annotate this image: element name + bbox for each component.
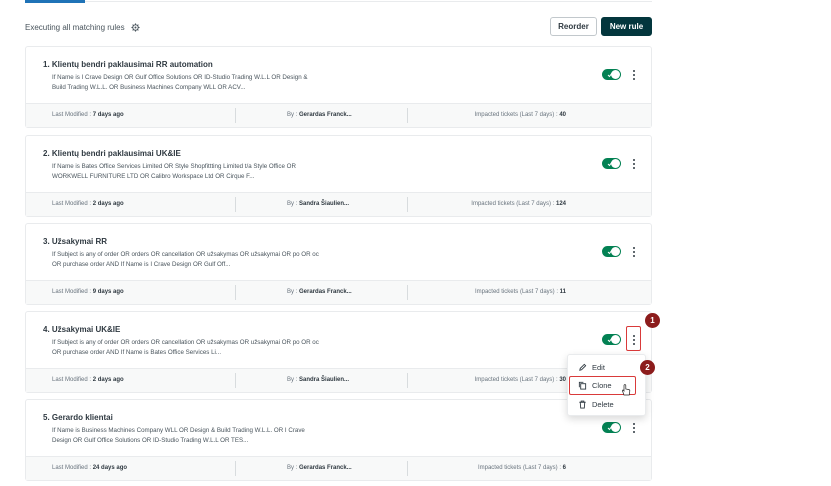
kebab-highlight-box <box>626 326 641 351</box>
step-marker-2: 2 <box>640 360 655 375</box>
rule-description-line: If Name is I Crave Design OR Gulf Office… <box>52 74 308 81</box>
rule-description-line: If Name is Bates Office Services Limited… <box>52 163 296 170</box>
rule-description-line: If Subject is any of order OR orders OR … <box>52 251 319 258</box>
rule-description-line: If Subject is any of order OR orders OR … <box>52 339 319 346</box>
modified-by: By : Gerardas Franck... <box>287 465 352 471</box>
hand-pointer-icon <box>622 384 631 396</box>
check-icon <box>607 72 613 78</box>
footer-separator <box>235 285 236 300</box>
impacted-tickets: Impacted tickets (Last 7 days) : 11 <box>474 289 566 295</box>
rule-description: If Name is Business Machines Company WLL… <box>52 426 342 446</box>
rule-footer: Last Modified : 7 days ago By : Gerardas… <box>26 103 651 127</box>
reorder-button[interactable]: Reorder <box>550 17 597 36</box>
active-tab-indicator <box>25 0 85 3</box>
last-modified: Last Modified : 2 days ago <box>52 201 124 207</box>
trash-icon <box>579 400 586 409</box>
rule-description-line: If Name is Business Machines Company WLL… <box>52 427 305 434</box>
rule-card-5: 5. Gerardo klientai If Name is Business … <box>25 399 652 481</box>
rule-card-4: 4. Užsakymai UK&IE If Subject is any of … <box>25 311 652 393</box>
last-modified: Last Modified : 7 days ago <box>52 112 124 118</box>
rule-card-2: 2. Klientų bendri paklausimai UK&IE If N… <box>25 135 652 217</box>
rule-description: If Name is Bates Office Services Limited… <box>52 162 342 182</box>
footer-separator <box>407 285 408 300</box>
rule-description-line: Design OR Gulf Office Solutions OR ID-St… <box>52 437 249 444</box>
rule-title[interactable]: 5. Gerardo klientai <box>43 413 113 422</box>
last-modified: Last Modified : 9 days ago <box>52 289 124 295</box>
footer-separator <box>235 373 236 388</box>
impacted-tickets: Impacted tickets (Last 7 days) : 40 <box>474 112 566 118</box>
rule-footer: Last Modified : 24 days ago By : Gerarda… <box>26 456 651 480</box>
rule-description-line: OR purchase order AND If Name is Bates O… <box>52 349 222 356</box>
modified-by: By : Gerardas Franck... <box>287 289 352 295</box>
rule-description-line: WORKWELL FURNITURE LTD OR Calibro Worksp… <box>52 173 255 180</box>
rule-footer: Last Modified : 9 days ago By : Gerardas… <box>26 280 651 304</box>
last-modified: Last Modified : 24 days ago <box>52 465 128 471</box>
execution-mode-label: Executing all matching rules <box>25 21 140 33</box>
modified-by: By : Gerardas Franck... <box>287 112 352 118</box>
more-vertical-icon[interactable] <box>629 67 639 83</box>
rule-footer: Last Modified : 2 days ago By : Sandra Š… <box>26 192 651 216</box>
new-rule-button[interactable]: New rule <box>601 17 652 36</box>
modified-by: By : Sandra Šiaulien... <box>287 201 350 207</box>
footer-separator <box>235 108 236 123</box>
rule-description: If Subject is any of order OR orders OR … <box>52 338 342 358</box>
check-icon <box>607 337 613 343</box>
check-icon <box>607 425 613 431</box>
rule-description: If Subject is any of order OR orders OR … <box>52 250 342 270</box>
rule-description-line: Build Trading W.L.L. OR Business Machine… <box>52 84 246 91</box>
footer-separator <box>235 461 236 476</box>
top-divider <box>85 1 652 2</box>
menu-item-delete[interactable]: Delete <box>568 396 645 413</box>
rule-description: If Name is I Crave Design OR Gulf Office… <box>52 73 342 93</box>
menu-item-label: Edit <box>592 363 605 372</box>
menu-item-label: Delete <box>592 400 614 409</box>
check-icon <box>607 161 613 167</box>
rule-title[interactable]: 1. Klientų bendri paklausimai RR automat… <box>43 60 213 69</box>
footer-separator <box>407 373 408 388</box>
rule-card-1: 1. Klientų bendri paklausimai RR automat… <box>25 46 652 128</box>
gear-icon[interactable] <box>131 22 140 32</box>
rule-card-3: 3. Užsakymai RR If Subject is any of ord… <box>25 223 652 305</box>
more-vertical-icon[interactable] <box>629 244 639 260</box>
modified-by: By : Sandra Šiaulien... <box>287 377 350 383</box>
impacted-tickets: Impacted tickets (Last 7 days) : 30 <box>474 377 566 383</box>
pencil-icon <box>579 363 587 371</box>
footer-separator <box>407 197 408 212</box>
footer-separator <box>407 108 408 123</box>
impacted-tickets: Impacted tickets (Last 7 days) : 6 <box>477 465 566 471</box>
menu-item-edit[interactable]: Edit <box>568 359 645 376</box>
rule-title[interactable]: 3. Užsakymai RR <box>43 237 107 246</box>
footer-separator <box>235 197 236 212</box>
more-vertical-icon[interactable] <box>629 420 639 436</box>
rule-title[interactable]: 2. Klientų bendri paklausimai UK&IE <box>43 149 181 158</box>
step-marker-1: 1 <box>645 313 660 328</box>
footer-separator <box>407 461 408 476</box>
rule-title[interactable]: 4. Užsakymai UK&IE <box>43 325 120 334</box>
check-icon <box>607 249 613 255</box>
impacted-tickets: Impacted tickets (Last 7 days) : 124 <box>471 201 566 207</box>
more-vertical-icon[interactable] <box>629 156 639 172</box>
last-modified: Last Modified : 2 days ago <box>52 377 124 383</box>
rule-description-line: OR purchase order AND If Name is I Crave… <box>52 261 231 268</box>
execution-mode-text: Executing all matching rules <box>25 22 125 32</box>
rule-footer: Last Modified : 2 days ago By : Sandra Š… <box>26 368 651 392</box>
